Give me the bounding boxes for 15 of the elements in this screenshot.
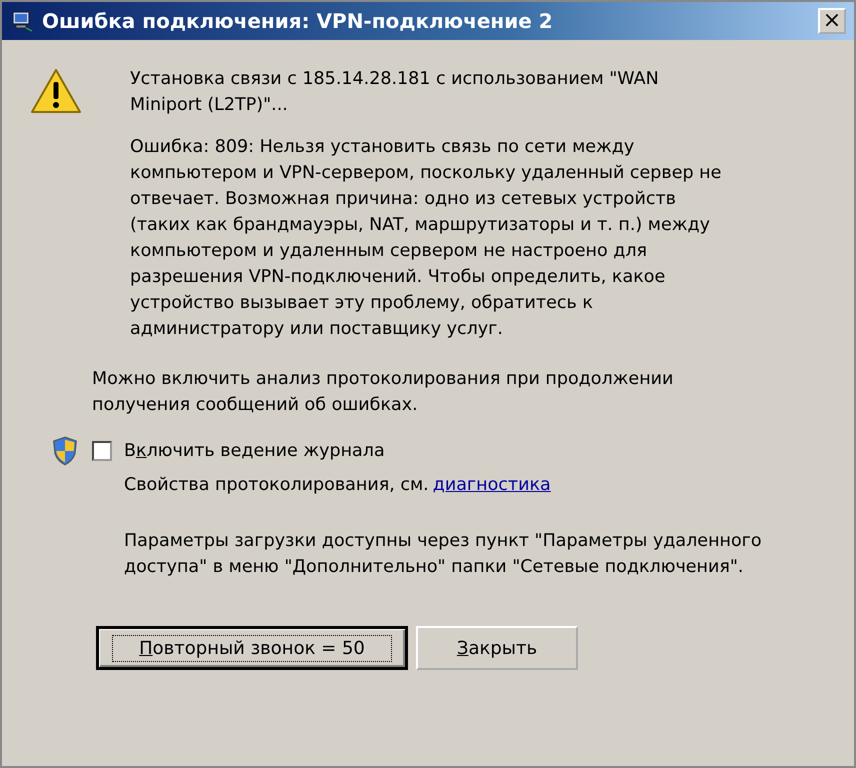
dialog-button[interactable]: Повторный звонок = 50	[96, 626, 408, 670]
shield-icon	[52, 436, 78, 466]
logging-checkbox[interactable]	[92, 441, 112, 461]
logging-label[interactable]: Включить ведение журнала	[124, 438, 385, 464]
close-button[interactable]: ×	[818, 8, 846, 34]
hint-text: Можно включить анализ протоколирования при продолжении получения сообщений об ошибках.	[92, 368, 674, 417]
window-title: Ошибка подключения: VPN-подключение 2	[42, 9, 554, 33]
status-text: Установка связи с 185.14.28.181 с использованием "WAN Miniport (L2TP)"...	[130, 68, 660, 117]
note-text: Параметры загрузки доступны через пункт "Параметры удаленного доступа" в меню "Дополнительно" папки "Сетевые подключения".	[124, 530, 763, 579]
dialog-button[interactable]: Закрыть	[416, 626, 578, 670]
network-computer-icon	[10, 9, 34, 33]
logging-properties-text: Свойства протоколирования, см.	[124, 475, 429, 495]
warning-icon	[30, 68, 82, 114]
diagnostics-link[interactable]: диагностика	[432, 475, 551, 495]
error-text: Ошибка: 809: Нельзя установить связь по сети между компьютером и VPN-сервером, поскольку удаленный сервер не отвечает. Возможная причина: одно из сетевых устройств (таких как брандмауэры, NAT, маршрутизаторы и т. п.) между компьютером и удаленным сервером не настроено для разрешения VPN-подключений. Чтобы определить, какое устройство вызывает эту проблему, обратитесь к администратору или поставщику услуг.	[130, 136, 722, 341]
